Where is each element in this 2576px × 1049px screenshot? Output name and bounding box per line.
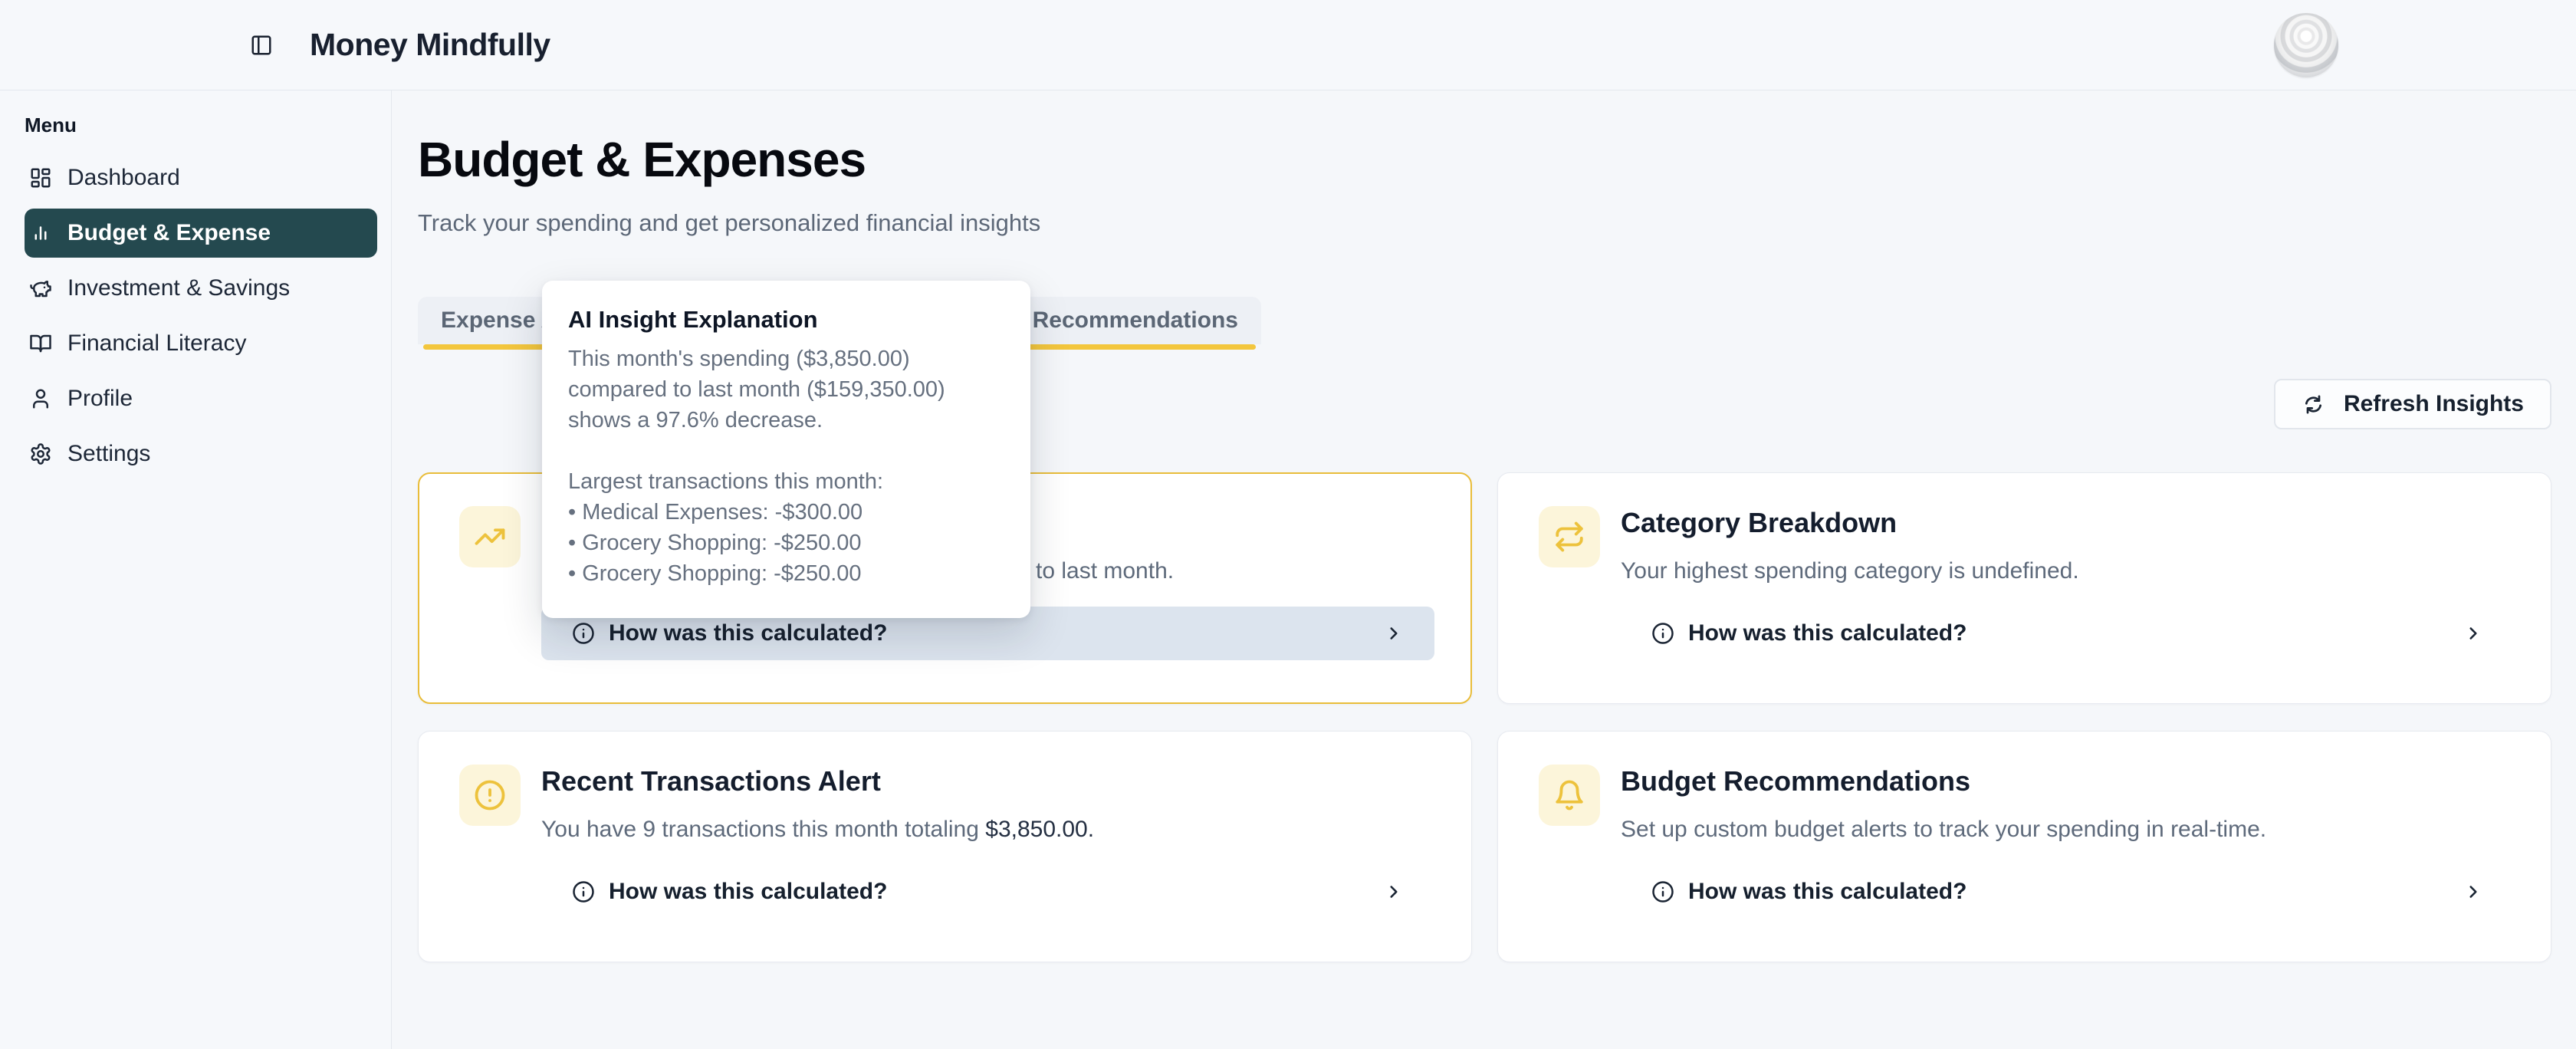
how-calculated-button[interactable]: How was this calculated? xyxy=(1621,607,2514,660)
book-open-icon xyxy=(29,332,52,355)
info-icon xyxy=(572,622,595,645)
avatar[interactable] xyxy=(2274,13,2338,77)
piggy-bank-icon xyxy=(29,277,52,300)
sidebar-item-dashboard[interactable]: Dashboard xyxy=(25,153,379,202)
chevron-right-icon xyxy=(1384,623,1404,643)
sidebar-item-profile[interactable]: Profile xyxy=(25,374,379,423)
sidebar-toggle-button[interactable] xyxy=(250,34,273,57)
card-title: Budget Recommendations xyxy=(1621,765,2514,798)
page-subtitle: Track your spending and get personalized… xyxy=(418,207,2551,239)
refresh-insights-button[interactable]: Refresh Insights xyxy=(2274,379,2551,429)
card-budget-recommendations: Budget Recommendations Set up custom bud… xyxy=(1497,731,2551,962)
chevron-right-icon xyxy=(2463,882,2483,902)
panel-left-icon xyxy=(250,34,273,57)
how-calculated-label: How was this calculated? xyxy=(1688,620,1967,646)
bar-chart-icon xyxy=(29,222,52,245)
dashboard-icon xyxy=(29,166,52,189)
refresh-icon xyxy=(2302,393,2325,416)
tooltip-transaction-list: Largest transactions this month: • Medic… xyxy=(568,466,1004,589)
tooltip-list-item: • Grocery Shopping: -$250.00 xyxy=(568,528,1004,558)
bell-icon xyxy=(1539,765,1600,826)
transactions-total-amount: $3,850.00. xyxy=(985,817,1094,842)
sidebar-item-label: Settings xyxy=(67,441,150,467)
how-calculated-label: How was this calculated? xyxy=(609,879,887,905)
repeat-icon xyxy=(1539,506,1600,567)
alert-circle-icon xyxy=(459,765,521,826)
sidebar-nav: Dashboard Budget & Expense Investment & … xyxy=(25,153,379,478)
card-recent-transactions-alert: Recent Transactions Alert You have 9 tra… xyxy=(418,731,1472,962)
sidebar-item-label: Dashboard xyxy=(67,165,180,191)
tooltip-list-header: Largest transactions this month: xyxy=(568,466,1004,497)
chevron-right-icon xyxy=(2463,623,2483,643)
gear-icon xyxy=(29,442,52,465)
info-icon xyxy=(1651,622,1674,645)
info-icon xyxy=(1651,880,1674,903)
tooltip-list-item: • Medical Expenses: -$300.00 xyxy=(568,497,1004,528)
sidebar-menu-label: Menu xyxy=(25,113,379,136)
sidebar-item-label: Profile xyxy=(67,386,133,412)
trending-up-icon xyxy=(459,506,521,567)
info-icon xyxy=(572,880,595,903)
sidebar-item-label: Investment & Savings xyxy=(67,275,290,301)
tooltip-paragraph: This month's spending ($3,850.00) compar… xyxy=(568,344,1004,436)
sidebar-item-financial-literacy[interactable]: Financial Literacy xyxy=(25,319,379,368)
app-title: Money Mindfully xyxy=(310,27,550,63)
page-title: Budget & Expenses xyxy=(418,129,2551,190)
how-calculated-label: How was this calculated? xyxy=(1688,879,1967,905)
sidebar-item-investment-savings[interactable]: Investment & Savings xyxy=(25,264,379,313)
tooltip-list-item: • Grocery Shopping: -$250.00 xyxy=(568,558,1004,589)
tooltip-title: AI Insight Explanation xyxy=(568,304,1004,336)
how-calculated-button[interactable]: How was this calculated? xyxy=(1621,865,2514,919)
card-title: Category Breakdown xyxy=(1621,506,2514,540)
card-description-fragment: to last month. xyxy=(1036,557,1434,586)
card-description: Set up custom budget alerts to track you… xyxy=(1621,815,2514,844)
user-icon xyxy=(29,387,52,410)
sidebar-item-budget-expense[interactable]: Budget & Expense xyxy=(25,209,377,258)
chevron-right-icon xyxy=(1384,882,1404,902)
sidebar: Menu Dashboard Budget & Expense Investme… xyxy=(0,90,392,1049)
app-header: Money Mindfully xyxy=(0,0,2576,90)
card-category-breakdown: Category Breakdown Your highest spending… xyxy=(1497,472,2551,704)
card-description: Your highest spending category is undefi… xyxy=(1621,557,2514,586)
ai-insight-tooltip: AI Insight Explanation This month's spen… xyxy=(542,281,1030,618)
refresh-insights-label: Refresh Insights xyxy=(2344,391,2524,417)
sidebar-item-label: Budget & Expense xyxy=(67,220,271,246)
card-description: You have 9 transactions this month total… xyxy=(541,815,1434,844)
how-calculated-label: How was this calculated? xyxy=(609,620,887,646)
sidebar-item-settings[interactable]: Settings xyxy=(25,429,379,478)
sidebar-item-label: Financial Literacy xyxy=(67,330,246,357)
how-calculated-button[interactable]: How was this calculated? xyxy=(541,865,1434,919)
card-title: Recent Transactions Alert xyxy=(541,765,1434,798)
